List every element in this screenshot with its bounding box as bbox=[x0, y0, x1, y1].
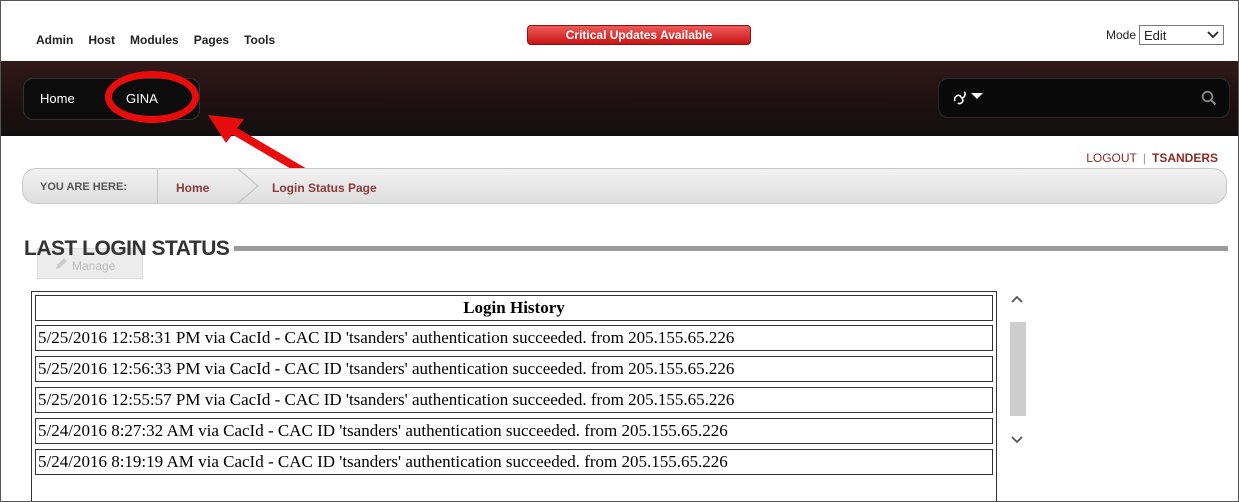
mode-value: Edit bbox=[1144, 27, 1167, 43]
menu-tools[interactable]: Tools bbox=[244, 33, 275, 47]
login-history-table: Login History 5/25/2016 12:58:31 PM via … bbox=[31, 291, 997, 501]
browser-page: Admin Host Modules Pages Tools Critical … bbox=[0, 0, 1239, 502]
scroll-up-icon[interactable] bbox=[1010, 294, 1024, 304]
admin-bar: Admin Host Modules Pages Tools Critical … bbox=[1, 1, 1238, 61]
scrollbar-thumb[interactable] bbox=[1010, 322, 1026, 416]
manage-label: Manage bbox=[72, 259, 116, 273]
search-engine-icon[interactable] bbox=[951, 89, 987, 107]
highlight-circle bbox=[105, 71, 199, 123]
table-row: 5/24/2016 8:27:32 AM via CacId - CAC ID … bbox=[35, 418, 993, 444]
critical-updates-button[interactable]: Critical Updates Available bbox=[527, 25, 751, 45]
breadcrumb-divider bbox=[157, 169, 158, 203]
table-row: 5/25/2016 12:55:57 PM via CacId - CAC ID… bbox=[35, 387, 993, 413]
search-box[interactable] bbox=[938, 78, 1230, 118]
breadcrumb-home[interactable]: Home bbox=[176, 181, 209, 195]
table-row: 5/24/2016 8:19:19 AM via CacId - CAC ID … bbox=[35, 449, 993, 475]
nav-item-home[interactable]: Home bbox=[40, 91, 75, 106]
user-separator: | bbox=[1142, 151, 1146, 165]
user-links: LOGOUT | TSANDERS bbox=[1086, 151, 1218, 165]
username-link[interactable]: TSANDERS bbox=[1152, 151, 1218, 165]
menu-admin[interactable]: Admin bbox=[36, 33, 73, 47]
section-divider bbox=[234, 246, 1228, 251]
admin-menu: Admin Host Modules Pages Tools bbox=[36, 33, 275, 47]
table-row: 5/25/2016 12:56:33 PM via CacId - CAC ID… bbox=[35, 356, 993, 382]
table-header: Login History bbox=[35, 295, 993, 321]
mode-select[interactable]: Edit bbox=[1139, 25, 1224, 45]
menu-pages[interactable]: Pages bbox=[194, 33, 229, 47]
search-icon[interactable] bbox=[1201, 90, 1217, 106]
menu-host[interactable]: Host bbox=[88, 33, 115, 47]
breadcrumb: YOU ARE HERE: Home Login Status Page bbox=[22, 168, 1227, 204]
breadcrumb-current[interactable]: Login Status Page bbox=[272, 181, 377, 195]
section-title: LAST LOGIN STATUS bbox=[24, 237, 230, 260]
scroll-down-icon[interactable] bbox=[1010, 435, 1024, 445]
chevron-down-icon bbox=[1207, 31, 1219, 39]
table-row: 5/25/2016 12:58:31 PM via CacId - CAC ID… bbox=[35, 325, 993, 351]
menu-modules[interactable]: Modules bbox=[130, 33, 179, 47]
breadcrumb-prefix: YOU ARE HERE: bbox=[40, 181, 127, 193]
logout-link[interactable]: LOGOUT bbox=[1086, 151, 1137, 165]
mode-label: Mode bbox=[1105, 28, 1136, 42]
breadcrumb-chevron-icon bbox=[237, 169, 259, 203]
mode-control: Mode Edit bbox=[1106, 25, 1224, 45]
